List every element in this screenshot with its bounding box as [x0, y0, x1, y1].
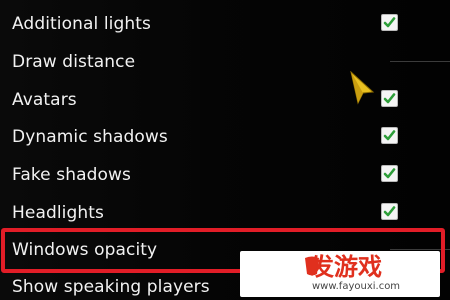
- avatars-checkbox[interactable]: [381, 90, 398, 107]
- setting-row-additional-lights[interactable]: Additional lights: [0, 5, 450, 43]
- setting-row-draw-distance[interactable]: Draw distance: [0, 43, 450, 81]
- watermark-url: www.fayouxi.com: [312, 281, 401, 292]
- setting-row-avatars[interactable]: Avatars: [0, 81, 450, 119]
- fake-shadows-checkbox[interactable]: [381, 165, 398, 182]
- site-watermark: 发游戏 www.fayouxi.com: [240, 251, 440, 297]
- setting-label: Fake shadows: [12, 165, 131, 185]
- watermark-brand: 发游戏: [310, 253, 382, 281]
- setting-label: Additional lights: [12, 14, 151, 34]
- setting-label: Avatars: [12, 90, 77, 110]
- checkmark-icon: [383, 93, 396, 104]
- checkmark-icon: [383, 206, 396, 217]
- setting-row-fake-shadows[interactable]: Fake shadows: [0, 156, 450, 194]
- setting-label: Dynamic shadows: [12, 127, 168, 147]
- draw-distance-slider[interactable]: [390, 61, 450, 62]
- setting-label: Show speaking players: [12, 277, 210, 297]
- additional-lights-checkbox[interactable]: [381, 14, 398, 31]
- mouse-pointer-icon: [350, 71, 375, 105]
- headlights-checkbox[interactable]: [381, 203, 398, 220]
- setting-row-dynamic-shadows[interactable]: Dynamic shadows: [0, 118, 450, 156]
- setting-label: Draw distance: [12, 52, 136, 72]
- dynamic-shadows-checkbox[interactable]: [381, 127, 398, 144]
- checkmark-icon: [383, 130, 396, 141]
- setting-row-headlights[interactable]: Headlights: [0, 194, 450, 232]
- setting-label: Headlights: [12, 203, 104, 223]
- graphics-settings-panel: Additional lights Draw distance Avatars …: [0, 0, 450, 300]
- checkmark-icon: [383, 168, 396, 179]
- checkmark-icon: [383, 17, 396, 28]
